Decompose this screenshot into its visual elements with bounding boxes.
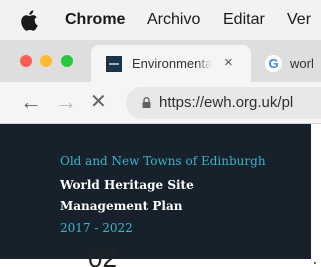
page-content: Old and New Towns of Edinburgh World Her… xyxy=(0,124,321,267)
lock-icon xyxy=(142,97,151,108)
banner-years: 2017 - 2022 xyxy=(60,221,133,235)
google-favicon-icon: G xyxy=(265,55,282,72)
tab-strip: Environmenta × G worl xyxy=(0,40,321,82)
browser-toolbar: ← → ✕ https://ewh.org.uk/pl xyxy=(0,82,321,124)
back-arrow-icon[interactable]: ← xyxy=(20,90,42,114)
url-text[interactable]: https://ewh.org.uk/pl xyxy=(159,94,293,111)
window-maximize-button[interactable] xyxy=(61,55,73,67)
banner-title-line2: Management Plan xyxy=(60,199,183,213)
tab-title: worl xyxy=(290,56,314,71)
edge-mark xyxy=(314,262,316,264)
hero-banner: Old and New Towns of Edinburgh World Her… xyxy=(0,124,311,259)
tab-environmental[interactable]: Environmenta × xyxy=(91,45,251,82)
forward-arrow-icon[interactable]: → xyxy=(55,90,77,114)
apple-logo-icon[interactable] xyxy=(20,9,38,31)
stop-loading-icon[interactable]: ✕ xyxy=(90,90,107,114)
tab-title: Environmenta xyxy=(132,56,212,71)
menu-chrome[interactable]: Chrome xyxy=(65,11,125,29)
window-close-button[interactable] xyxy=(20,55,32,67)
menu-editar[interactable]: Editar xyxy=(223,11,265,29)
tab-google[interactable]: G worl xyxy=(252,45,321,82)
ewh-favicon-icon xyxy=(106,56,122,72)
tab-close-icon[interactable]: × xyxy=(224,54,233,71)
cropped-heading-fragment: 02 xyxy=(88,243,117,267)
address-bar[interactable]: https://ewh.org.uk/pl xyxy=(126,87,321,119)
window-minimize-button[interactable] xyxy=(40,55,52,67)
banner-title-line1: World Heritage Site xyxy=(60,178,194,192)
menu-archivo[interactable]: Archivo xyxy=(147,11,200,29)
menu-ver[interactable]: Ver xyxy=(287,11,311,29)
banner-subtitle: Old and New Towns of Edinburgh xyxy=(60,154,266,168)
macos-menu-bar: Chrome Archivo Editar Ver xyxy=(0,0,321,40)
